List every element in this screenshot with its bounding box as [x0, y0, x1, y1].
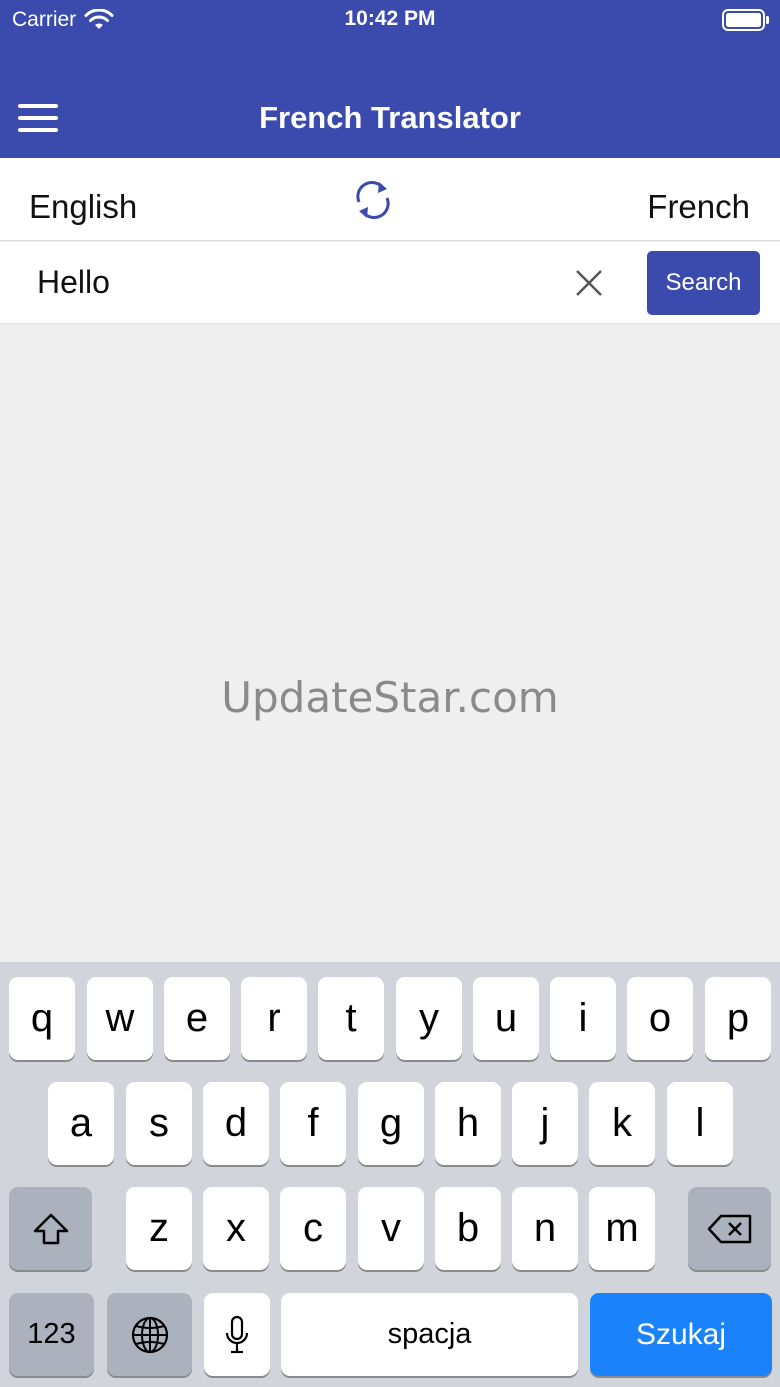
return-search-key[interactable]: Szukaj: [590, 1293, 772, 1376]
search-row: Search: [0, 242, 780, 324]
shift-icon: [33, 1213, 68, 1244]
key-p[interactable]: p: [705, 977, 771, 1060]
microphone-key[interactable]: [204, 1293, 270, 1376]
key-w[interactable]: w: [87, 977, 153, 1060]
numbers-key[interactable]: 123: [9, 1293, 94, 1376]
key-a[interactable]: a: [48, 1082, 114, 1165]
search-button[interactable]: Search: [647, 251, 760, 315]
key-x[interactable]: x: [203, 1187, 269, 1270]
space-key[interactable]: spacja: [281, 1293, 578, 1376]
key-e[interactable]: e: [164, 977, 230, 1060]
key-y[interactable]: y: [396, 977, 462, 1060]
search-input[interactable]: [20, 254, 550, 310]
watermark-text: UpdateStar.com: [221, 673, 559, 722]
key-o[interactable]: o: [627, 977, 693, 1060]
swap-refresh-icon[interactable]: [353, 178, 393, 222]
key-k[interactable]: k: [589, 1082, 655, 1165]
key-d[interactable]: d: [203, 1082, 269, 1165]
key-q[interactable]: q: [9, 977, 75, 1060]
key-f[interactable]: f: [280, 1082, 346, 1165]
app-title: French Translator: [259, 100, 521, 135]
key-b[interactable]: b: [435, 1187, 501, 1270]
key-c[interactable]: c: [280, 1187, 346, 1270]
key-v[interactable]: v: [358, 1187, 424, 1270]
key-g[interactable]: g: [358, 1082, 424, 1165]
key-l[interactable]: l: [667, 1082, 733, 1165]
key-h[interactable]: h: [435, 1082, 501, 1165]
key-s[interactable]: s: [126, 1082, 192, 1165]
language-selector-row: English French: [0, 158, 780, 241]
microphone-icon: [225, 1315, 249, 1353]
on-screen-keyboard: q w e r t y u i o p a s d f g h j k l z …: [0, 962, 780, 1387]
status-time: 10:42 PM: [344, 7, 436, 30]
globe-key[interactable]: [107, 1293, 192, 1376]
key-i[interactable]: i: [550, 977, 616, 1060]
backspace-key[interactable]: [688, 1187, 771, 1270]
key-u[interactable]: u: [473, 977, 539, 1060]
key-z[interactable]: z: [126, 1187, 192, 1270]
app-header: French Translator: [0, 38, 780, 158]
translation-result-area: UpdateStar.com: [0, 325, 780, 962]
close-x-icon[interactable]: [574, 268, 604, 298]
battery-icon: [722, 9, 769, 31]
status-bar: Carrier 10:42 PM: [0, 0, 780, 38]
globe-icon: [131, 1316, 168, 1353]
key-r[interactable]: r: [241, 977, 307, 1060]
shift-key[interactable]: [9, 1187, 92, 1270]
target-language-button[interactable]: French: [647, 188, 750, 226]
key-t[interactable]: t: [318, 977, 384, 1060]
key-n[interactable]: n: [512, 1187, 578, 1270]
source-language-button[interactable]: English: [29, 188, 137, 226]
backspace-icon: [707, 1214, 751, 1243]
key-j[interactable]: j: [512, 1082, 578, 1165]
key-m[interactable]: m: [589, 1187, 655, 1270]
